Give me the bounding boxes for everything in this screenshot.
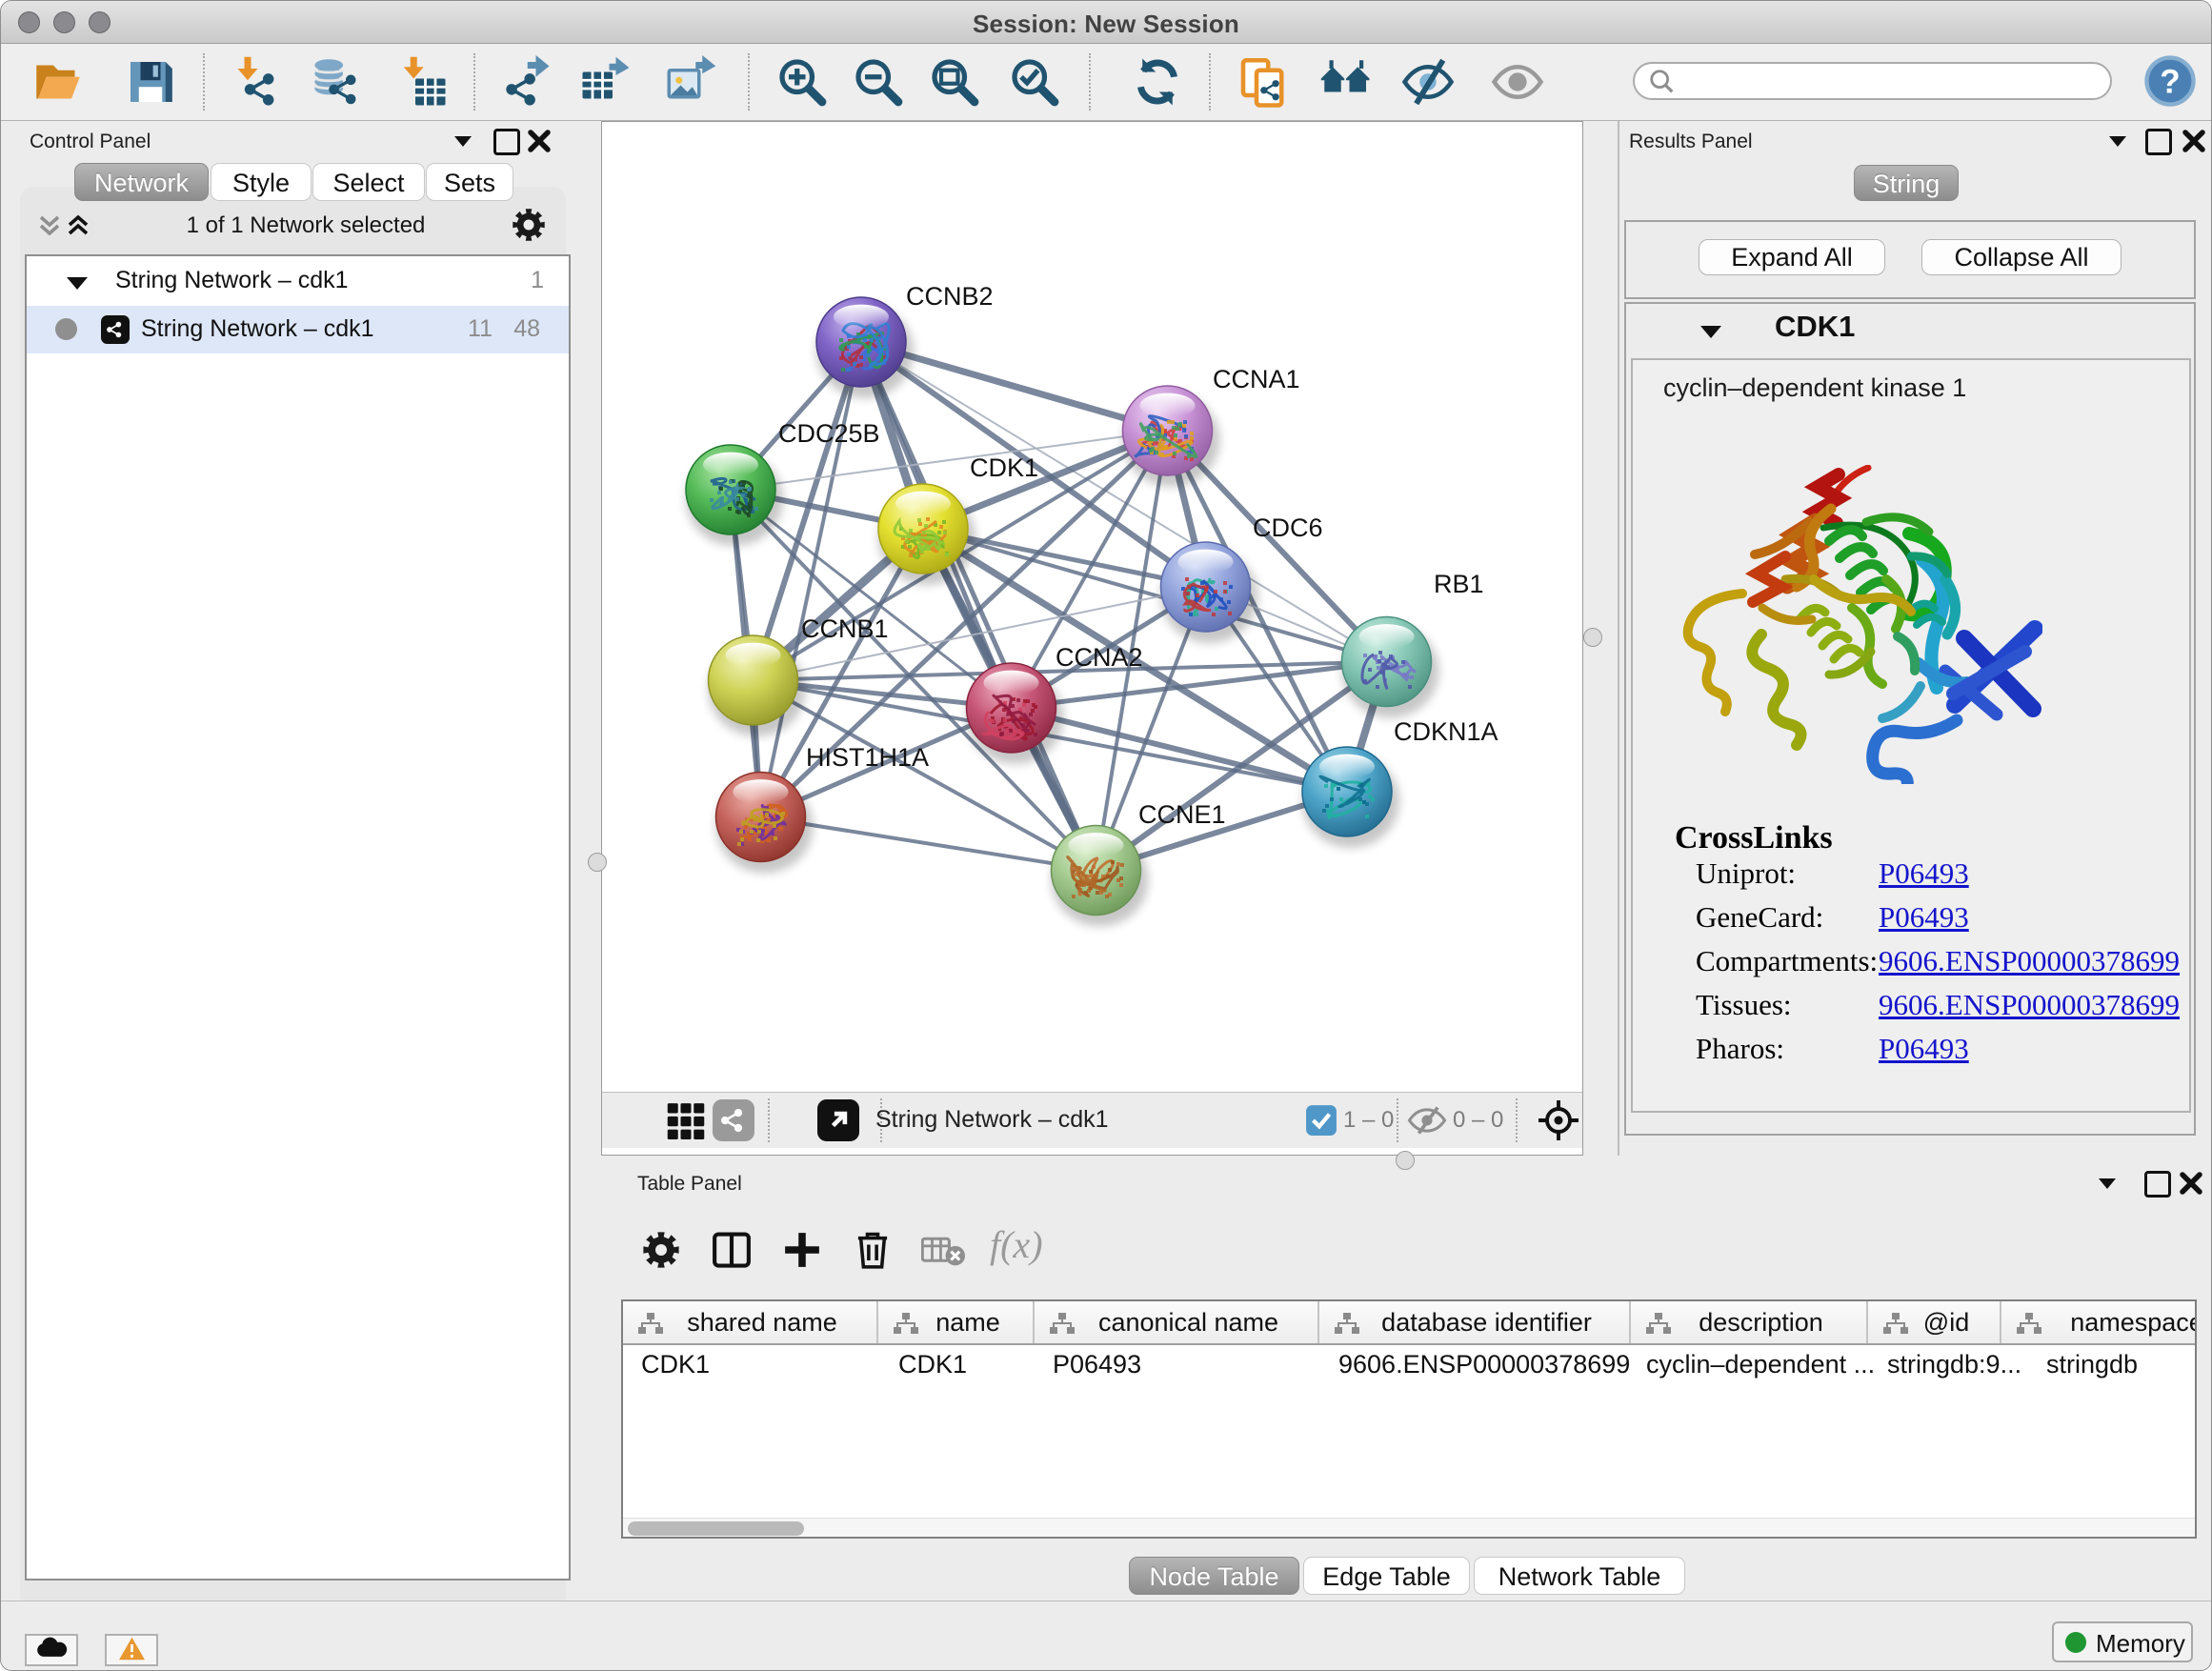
svg-text:CCNA2: CCNA2 xyxy=(1056,643,1143,672)
svg-text:CDC25B: CDC25B xyxy=(778,419,880,448)
svg-text:RB1: RB1 xyxy=(1434,570,1484,598)
svg-text:CDK1: CDK1 xyxy=(970,453,1038,482)
svg-text:CCNB1: CCNB1 xyxy=(801,614,889,643)
svg-text:CDC6: CDC6 xyxy=(1253,513,1323,542)
svg-text:CCNA1: CCNA1 xyxy=(1213,365,1300,393)
svg-text:CCNE1: CCNE1 xyxy=(1138,800,1226,829)
svg-text:?: ? xyxy=(2160,63,2180,100)
svg-text:CDKN1A: CDKN1A xyxy=(1394,717,1498,746)
svg-text:CCNB2: CCNB2 xyxy=(906,282,994,311)
svg-text:HIST1H1A: HIST1H1A xyxy=(806,743,929,772)
